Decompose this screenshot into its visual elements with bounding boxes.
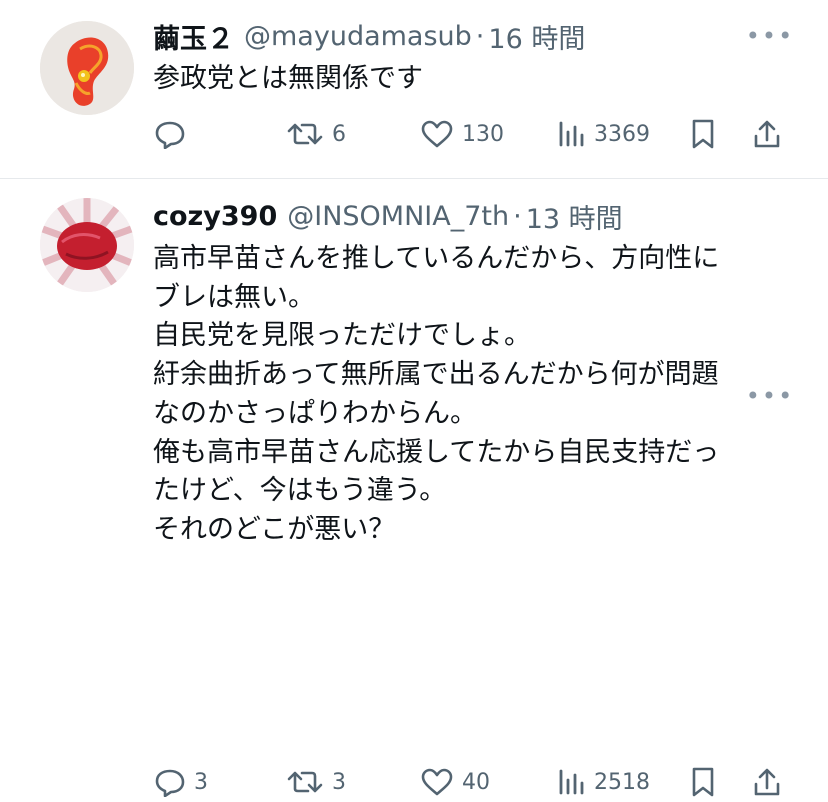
views-icon: [559, 769, 584, 795]
like-icon: [421, 768, 453, 796]
tweet-text: 高市早苗さんを推しているんだから、方向性に ブレは無い。 自民党を見限っただけで…: [153, 240, 719, 550]
action-bar: 3 3 40 2518: [150, 762, 790, 802]
display-name[interactable]: cozy390: [153, 201, 277, 232]
views-count: 2518: [594, 769, 650, 795]
views-count: 3369: [594, 121, 650, 147]
tweet-line: なのかさっぱりわからん。: [153, 397, 477, 429]
tweet-1[interactable]: 繭玉２ @mayudamasub · 16 時間 ••• 参政党とは無関係です …: [0, 0, 828, 178]
retweet-count: 6: [332, 121, 346, 147]
more-icon[interactable]: •••: [746, 18, 792, 54]
avatar[interactable]: [40, 198, 134, 292]
share-button[interactable]: [752, 762, 782, 802]
reply-icon: [155, 121, 185, 149]
views-button[interactable]: 3369: [556, 114, 650, 154]
reply-button[interactable]: 3: [154, 762, 208, 802]
tweet-line: それのどこが悪い？: [153, 513, 396, 545]
more-icon[interactable]: •••: [746, 378, 792, 414]
bookmark-icon: [692, 767, 714, 797]
views-icon: [559, 121, 584, 147]
share-icon: [754, 120, 780, 148]
action-bar: 6 130 3369: [150, 114, 790, 154]
like-icon: [421, 120, 453, 148]
separator: ·: [475, 20, 485, 52]
retweet-button[interactable]: 6: [286, 114, 346, 154]
tweet-line: 参政党とは無関係です: [153, 63, 423, 94]
retweet-icon: [287, 771, 323, 793]
reply-icon: [155, 769, 185, 797]
share-button[interactable]: [752, 114, 782, 154]
bookmark-icon: [692, 119, 714, 149]
timestamp[interactable]: 13 時間: [526, 197, 623, 236]
tweet-line: 紆余曲折あって無所属で出るんだから何が問題: [153, 359, 719, 391]
reply-count: 3: [194, 769, 208, 795]
like-button[interactable]: 40: [420, 762, 490, 802]
tweet-line: 俺も高市早苗さん応援してたから自民支持だっ: [153, 436, 720, 468]
retweet-button[interactable]: 3: [286, 762, 346, 802]
tweet-line: 高市早苗さんを推しているんだから、方向性に: [153, 243, 720, 274]
bookmark-button[interactable]: [690, 762, 716, 802]
tweet-line: たけど、今はもう違う。: [153, 475, 447, 507]
reply-button[interactable]: [154, 114, 194, 154]
user-handle[interactable]: @INSOMNIA_7th: [287, 201, 509, 232]
avatar[interactable]: [40, 21, 134, 115]
user-handle[interactable]: @mayudamasub: [244, 21, 472, 52]
timestamp[interactable]: 16 時間: [488, 17, 585, 56]
share-icon: [754, 768, 780, 796]
like-count: 40: [462, 769, 490, 795]
tweet-line: ブレは無い。: [153, 281, 315, 313]
tweet-divider: [0, 178, 828, 179]
display-name[interactable]: 繭玉２: [153, 17, 234, 56]
like-count: 130: [462, 121, 504, 147]
retweet-icon: [287, 123, 323, 145]
separator: ·: [513, 200, 522, 232]
like-button[interactable]: 130: [420, 114, 504, 154]
retweet-count: 3: [332, 769, 346, 795]
tweet-line: 自民党を見限っただけでしょ。: [153, 320, 531, 352]
views-button[interactable]: 2518: [556, 762, 650, 802]
tweet-header: cozy390 @INSOMNIA_7th · 13 時間: [153, 197, 623, 236]
tweet-text: 参政党とは無関係です: [153, 60, 423, 99]
tweet-header: 繭玉２ @mayudamasub · 16 時間: [153, 17, 585, 56]
bookmark-button[interactable]: [690, 114, 716, 154]
